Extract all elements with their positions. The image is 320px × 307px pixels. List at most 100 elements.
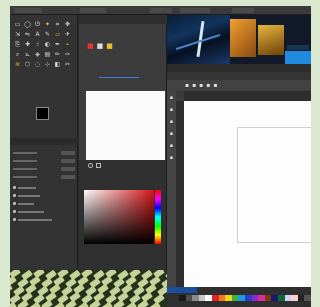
warp-icon[interactable]: ≋ xyxy=(13,60,22,69)
scissors-icon[interactable]: ✂ xyxy=(63,60,72,69)
palette-swatch[interactable] xyxy=(192,295,199,301)
palette-swatch[interactable] xyxy=(225,295,232,301)
option-checkbox[interactable] xyxy=(13,185,75,190)
cage-icon[interactable]: ⬡ xyxy=(23,60,32,69)
handle-icon[interactable]: ⊹ xyxy=(43,60,52,69)
palette-swatch[interactable] xyxy=(238,295,245,301)
measure-icon[interactable]: ⊾ xyxy=(23,50,32,59)
editor-menubar xyxy=(167,72,311,80)
top-title-strip xyxy=(10,6,311,15)
navigation-preview[interactable] xyxy=(86,91,165,160)
option-checkbox[interactable] xyxy=(13,193,75,198)
palette-swatch[interactable] xyxy=(185,295,193,301)
side-tool-icon[interactable]: ▪ xyxy=(170,119,173,125)
palette-swatch[interactable] xyxy=(284,295,292,301)
palette-swatch[interactable] xyxy=(291,295,298,301)
option-row[interactable] xyxy=(13,150,75,156)
palette-swatch[interactable] xyxy=(304,295,311,301)
gradient-icon[interactable]: ▤ xyxy=(43,50,52,59)
option-row[interactable] xyxy=(13,158,75,164)
dock-header xyxy=(79,15,167,24)
side-tool-icon[interactable]: ▪ xyxy=(170,143,173,149)
flip-icon[interactable]: ⇋ xyxy=(23,30,32,39)
ink-icon[interactable]: ✑ xyxy=(63,50,72,59)
eraser-icon[interactable]: ▱ xyxy=(53,30,62,39)
lasso-icon[interactable]: ᘎ xyxy=(33,20,42,29)
side-tool-icon[interactable]: ▪ xyxy=(170,155,173,161)
brush-red-icon[interactable]: ■ xyxy=(87,42,94,50)
color-selector-dock xyxy=(79,160,167,270)
color-swatches[interactable] xyxy=(36,107,56,127)
brush-white-icon[interactable]: ■ xyxy=(97,42,104,50)
saturation-value-field[interactable] xyxy=(84,190,154,244)
smudge-icon[interactable]: ☝ xyxy=(33,40,42,49)
foreground-select-icon[interactable]: ◧ xyxy=(53,60,62,69)
foreground-color-swatch[interactable] xyxy=(36,107,49,120)
keyboard-key xyxy=(10,275,17,287)
clone-icon[interactable]: ⎘ xyxy=(13,40,22,49)
vertical-ruler[interactable] xyxy=(176,101,184,287)
side-tool-icon[interactable]: ▪ xyxy=(170,95,173,101)
pencil-icon[interactable]: ✏ xyxy=(53,50,62,59)
color-mode-icon[interactable] xyxy=(88,163,93,168)
new-icon[interactable]: ▪ xyxy=(185,82,189,89)
tab-device-status[interactable] xyxy=(16,138,22,145)
option-checkbox[interactable] xyxy=(13,201,75,206)
palette-swatch[interactable] xyxy=(198,295,206,301)
status-indicator xyxy=(167,287,197,293)
editor-titlebar xyxy=(167,64,311,72)
drawing-canvas[interactable] xyxy=(184,101,311,287)
redo-icon[interactable]: ▪ xyxy=(213,82,217,89)
rect-select-icon[interactable]: ▭ xyxy=(13,20,22,29)
option-row[interactable] xyxy=(13,166,75,172)
side-tool-icon[interactable]: ▪ xyxy=(170,131,173,137)
crop-icon[interactable]: ⌗ xyxy=(53,20,62,29)
move-icon[interactable]: ✥ xyxy=(63,20,72,29)
palette-swatch[interactable] xyxy=(258,295,265,301)
dodge-icon[interactable]: ◐ xyxy=(43,40,52,49)
editor-bottom-bar xyxy=(167,287,311,307)
palette-swatch[interactable] xyxy=(205,295,212,301)
canvas-inner-frame xyxy=(237,127,311,243)
brush-icon[interactable]: ✎ xyxy=(43,30,52,39)
toolbox-panel: ▭ ◯ ᘎ ✦ ⌗ ✥ ⇲ ⇋ A ✎ ▱ ✈ ⎘ ✚ ☝ ◐ ✒ ⌁ ⌕ ⊾ ◈ ▤ ✏ ✑ ≋ ⬡ ◌ ⊹ ◧ ✂ xyxy=(10,15,78,270)
magic-wand-icon[interactable]: ✦ xyxy=(43,20,52,29)
keyboard-key xyxy=(10,301,17,307)
save-icon[interactable]: ▪ xyxy=(199,82,203,89)
option-checkbox[interactable] xyxy=(13,209,75,214)
title-segment xyxy=(80,8,106,13)
palette-swatch[interactable] xyxy=(179,295,186,301)
heal-icon[interactable]: ✚ xyxy=(23,40,32,49)
palette-swatch[interactable] xyxy=(251,295,259,301)
text-icon[interactable]: A xyxy=(33,30,42,39)
palette-swatch[interactable] xyxy=(231,295,239,301)
palette-swatch[interactable] xyxy=(264,295,272,301)
palette-swatch[interactable] xyxy=(211,295,219,301)
airbrush-icon[interactable]: ✈ xyxy=(63,30,72,39)
undo-icon[interactable]: ▪ xyxy=(206,82,210,89)
palette-swatch[interactable] xyxy=(244,295,252,301)
palette-swatch[interactable] xyxy=(218,295,226,301)
horizontal-ruler[interactable] xyxy=(184,91,311,101)
blur-icon[interactable]: ◌ xyxy=(33,60,42,69)
path-icon[interactable]: ✒ xyxy=(53,40,62,49)
active-indicator xyxy=(99,77,139,78)
option-checkbox[interactable] xyxy=(13,217,75,222)
palette-swatch[interactable] xyxy=(297,295,305,301)
option-row[interactable] xyxy=(13,174,75,180)
brush-icon-row: ■ ■ ■ xyxy=(87,42,113,50)
color-picker-icon[interactable]: ⌁ xyxy=(63,40,72,49)
hue-slider[interactable] xyxy=(155,190,161,244)
palette-swatch[interactable] xyxy=(271,295,278,301)
transform-icon[interactable]: ⇲ xyxy=(13,30,22,39)
bucket-fill-icon[interactable]: ◈ xyxy=(33,50,42,59)
ellipse-select-icon[interactable]: ◯ xyxy=(23,20,32,29)
color-palette[interactable] xyxy=(179,295,311,301)
keyboard-key xyxy=(137,299,149,307)
brush-yellow-icon[interactable]: ■ xyxy=(106,42,113,50)
open-icon[interactable]: ▪ xyxy=(192,82,196,89)
palette-swatch[interactable] xyxy=(277,295,285,301)
zoom-icon[interactable]: ⌕ xyxy=(13,50,22,59)
color-mode-icon[interactable] xyxy=(96,163,101,168)
side-tool-icon[interactable]: ▪ xyxy=(170,107,173,113)
